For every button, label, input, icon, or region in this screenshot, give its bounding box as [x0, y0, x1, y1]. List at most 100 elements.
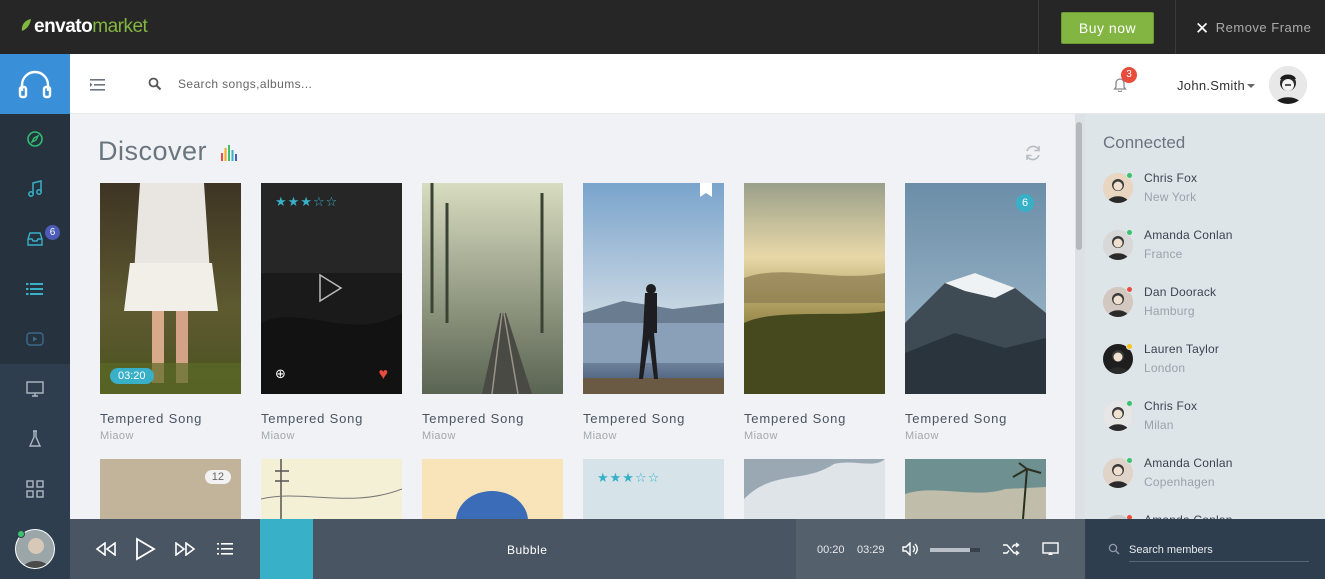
song-title[interactable]: Tempered Song	[583, 411, 685, 426]
flask-icon	[28, 430, 42, 447]
member-item[interactable]: Dan Doorack Hamburg	[1103, 285, 1323, 325]
song-thumbnail[interactable]: 03:20	[100, 183, 241, 394]
member-item[interactable]: Lauren Taylor London	[1103, 342, 1323, 382]
sidebar-item-monitor[interactable]	[0, 369, 70, 409]
song-thumbnail[interactable]: ★★★☆☆ ⊕ ♥	[261, 183, 402, 394]
song-card[interactable]: ★★★☆☆ ⊕ ♥ Tempered Song Miaow	[261, 183, 402, 442]
song-title[interactable]: Tempered Song	[744, 411, 846, 426]
chevron-down-icon[interactable]	[1247, 84, 1255, 88]
song-card[interactable]: 03:20 Tempered Song Miaow	[100, 183, 241, 442]
member-item[interactable]: Amanda Conlan France	[1103, 228, 1323, 268]
app-logo[interactable]	[0, 54, 70, 114]
forward-button[interactable]	[173, 519, 197, 579]
song-card[interactable]: ★★★☆☆	[583, 459, 724, 519]
member-item[interactable]: Amanda Conlan Copenhagen	[1103, 456, 1323, 496]
song-card[interactable]	[422, 459, 563, 519]
remove-frame-button[interactable]: ✕ Remove Frame	[1195, 19, 1311, 39]
song-thumbnail[interactable]	[422, 459, 563, 519]
song-thumbnail[interactable]	[744, 183, 885, 394]
song-title[interactable]: Tempered Song	[261, 411, 363, 426]
song-artist[interactable]: Miaow	[422, 430, 456, 442]
rating-stars[interactable]: ★★★☆☆	[275, 194, 338, 210]
search-input[interactable]	[178, 72, 478, 96]
rewind-icon	[95, 542, 116, 556]
song-artist[interactable]: Miaow	[583, 430, 617, 442]
song-card[interactable]	[261, 459, 402, 519]
track-progress[interactable]	[260, 519, 313, 579]
song-card[interactable]: 6 Tempered Song Miaow	[905, 183, 1046, 442]
buy-now-button[interactable]: Buy now	[1061, 12, 1154, 44]
equalizer-icon	[220, 144, 238, 167]
member-name[interactable]: Amanda Conlan	[1144, 228, 1233, 242]
song-artist[interactable]: Miaow	[744, 430, 778, 442]
song-thumbnail[interactable]	[261, 459, 402, 519]
compass-icon	[27, 131, 43, 147]
bookmark-icon[interactable]	[700, 183, 712, 202]
sidebar-item-apps[interactable]	[0, 469, 70, 509]
add-icon[interactable]: ⊕	[275, 366, 286, 382]
song-thumbnail[interactable]: 12	[100, 459, 241, 519]
sidebar-item-playlist[interactable]	[0, 269, 70, 309]
grid-icon	[26, 480, 44, 498]
user-menu[interactable]: John.Smith	[1177, 78, 1245, 93]
song-card[interactable]: Tempered Song Miaow	[744, 183, 885, 442]
connected-panel: Connected Chris Fox New York Amanda Conlan…	[1085, 114, 1325, 519]
song-thumbnail[interactable]	[744, 459, 885, 519]
menu-toggle-button[interactable]	[90, 78, 105, 96]
member-item[interactable]: Chris Fox New York	[1103, 171, 1323, 211]
cast-button[interactable]	[1040, 519, 1060, 579]
member-name[interactable]: Lauren Taylor	[1144, 342, 1219, 356]
song-artist[interactable]: Miaow	[261, 430, 295, 442]
sidebar-item-inbox[interactable]: 6	[0, 219, 70, 259]
member-location: New York	[1144, 190, 1197, 204]
song-thumbnail[interactable]	[422, 183, 563, 394]
song-card[interactable]: Tempered Song Miaow	[583, 183, 724, 442]
envato-logo[interactable]: envatomarket	[20, 16, 148, 38]
playlist-button[interactable]	[214, 519, 236, 579]
members-search-input[interactable]	[1129, 538, 1309, 562]
divider	[1038, 0, 1039, 54]
sidebar-item-video[interactable]	[0, 319, 70, 359]
shuffle-button[interactable]	[1000, 519, 1022, 579]
count-badge: 12	[204, 470, 231, 484]
scrollbar-thumb[interactable]	[1076, 122, 1082, 250]
song-title[interactable]: Tempered Song	[100, 411, 202, 426]
sidebar-item-lab[interactable]	[0, 419, 70, 459]
total-time: 03:29	[857, 544, 885, 556]
video-icon	[26, 332, 44, 346]
heart-icon[interactable]: ♥	[379, 366, 389, 384]
song-artist[interactable]: Miaow	[100, 430, 134, 442]
search-icon	[1108, 543, 1120, 555]
rewind-button[interactable]	[94, 519, 118, 579]
sidebar-item-music[interactable]	[0, 169, 70, 209]
song-thumbnail[interactable]: 6	[905, 183, 1046, 394]
song-card[interactable]	[905, 459, 1046, 519]
song-card[interactable]	[744, 459, 885, 519]
refresh-icon[interactable]	[1023, 143, 1043, 168]
member-name[interactable]: Chris Fox	[1144, 171, 1197, 185]
status-dot	[1126, 400, 1133, 407]
list-icon	[217, 543, 233, 555]
page-title: Discover	[98, 136, 208, 166]
left-sidebar: 6	[0, 54, 70, 519]
song-thumbnail[interactable]	[905, 459, 1046, 519]
play-button[interactable]	[131, 519, 159, 579]
member-item[interactable]: Chris Fox Milan	[1103, 399, 1323, 439]
song-artist[interactable]: Miaow	[905, 430, 939, 442]
song-title[interactable]: Tempered Song	[422, 411, 524, 426]
volume-button[interactable]	[900, 519, 920, 579]
member-name[interactable]: Dan Doorack	[1144, 285, 1216, 299]
sidebar-item-discover[interactable]	[0, 119, 70, 159]
main-content: Discover 03:20 Tempered Song Miaow ★★★☆☆…	[70, 114, 1075, 519]
rating-stars[interactable]: ★★★☆☆	[597, 470, 660, 486]
song-thumbnail[interactable]	[583, 183, 724, 394]
member-name[interactable]: Amanda Conlan	[1144, 456, 1233, 470]
member-name[interactable]: Chris Fox	[1144, 399, 1197, 413]
song-card[interactable]: Tempered Song Miaow	[422, 183, 563, 442]
song-thumbnail[interactable]: ★★★☆☆	[583, 459, 724, 519]
member-location: Hamburg	[1144, 304, 1195, 318]
connected-title: Connected	[1103, 133, 1186, 152]
song-card[interactable]: 12	[100, 459, 241, 519]
user-avatar[interactable]	[1269, 66, 1307, 104]
song-title[interactable]: Tempered Song	[905, 411, 1007, 426]
